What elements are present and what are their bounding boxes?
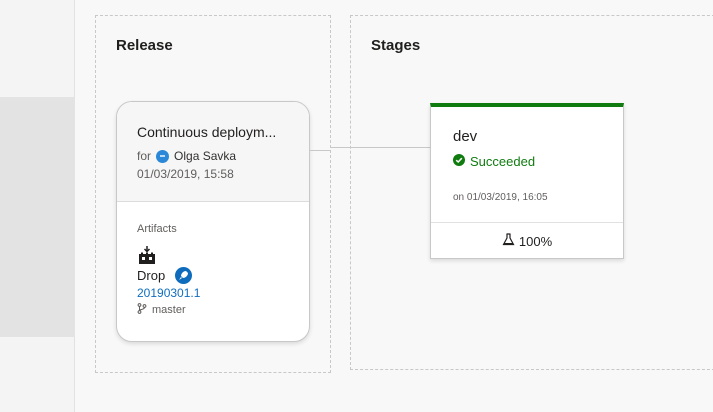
git-branch-icon [137, 303, 147, 317]
stage-status-text: Succeeded [470, 154, 536, 169]
release-date: 01/03/2019, 15:58 [137, 167, 234, 181]
branch-row: master [137, 303, 289, 317]
stage-name[interactable]: dev [453, 128, 477, 145]
release-owner-line: for Olga Savka [137, 149, 289, 163]
artifact-name: Drop [137, 268, 166, 283]
sidebar-selected-region[interactable] [0, 97, 75, 337]
stage-test-results[interactable]: 100% [431, 222, 623, 259]
connector-line [330, 147, 430, 148]
stage-date: on 01/03/2019, 16:05 [453, 192, 548, 203]
rocket-badge-icon[interactable] [175, 267, 193, 284]
release-name[interactable]: Continuous deploym... [137, 124, 289, 140]
test-pass-rate: 100% [518, 233, 553, 249]
release-card-body: Artifacts Drop 20190301.1 master [117, 202, 309, 317]
user-avatar-icon [156, 149, 170, 163]
stage-card-dev[interactable]: dev Succeeded on 01/03/2019, 16:05 100% [430, 103, 624, 259]
stage-status: Succeeded [453, 154, 535, 169]
release-card-header: Continuous deploym... for Olga Savka 01/… [117, 102, 309, 202]
for-label: for [137, 149, 152, 163]
flask-icon [502, 233, 515, 249]
artifact-row: Drop [137, 267, 289, 284]
build-number-link[interactable]: 20190301.1 [137, 286, 289, 300]
artifacts-label: Artifacts [137, 223, 177, 235]
release-card[interactable]: Continuous deploym... for Olga Savka 01/… [116, 101, 310, 342]
branch-name: master [152, 304, 186, 316]
build-artifact-icon [137, 245, 157, 265]
release-panel-title: Release [116, 37, 173, 54]
connector-line [310, 150, 330, 151]
stages-panel-title: Stages [371, 37, 421, 54]
release-owner-name: Olga Savka [174, 149, 237, 163]
check-circle-icon [453, 154, 465, 169]
